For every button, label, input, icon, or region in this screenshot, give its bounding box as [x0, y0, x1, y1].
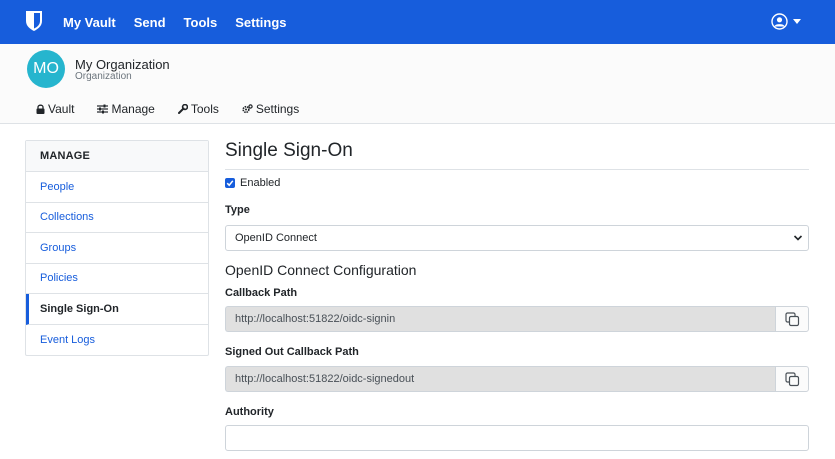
sidebar-item-single-sign-on[interactable]: Single Sign-On — [26, 294, 208, 325]
tab-tools[interactable]: Tools — [177, 102, 219, 116]
signed-out-callback-path-label: Signed Out Callback Path — [225, 346, 359, 358]
sidebar-heading: MANAGE — [26, 141, 208, 172]
nav-links: My Vault Send Tools Settings — [63, 0, 305, 44]
type-select-value: OpenID Connect — [235, 232, 317, 244]
chevron-down-icon — [793, 19, 801, 24]
tab-settings-label: Settings — [255, 102, 300, 116]
sidebar-item-people[interactable]: People — [26, 172, 208, 203]
oidc-section-title: OpenID Connect Configuration — [225, 262, 417, 278]
org-subtitle: Organization — [75, 71, 132, 82]
sidebar-item-policies[interactable]: Policies — [26, 264, 208, 294]
account-menu-button[interactable] — [771, 13, 801, 30]
nav-link-my-vault[interactable]: My Vault — [63, 15, 116, 30]
copy-icon — [784, 371, 799, 386]
tab-settings[interactable]: Settings — [242, 102, 299, 116]
wrench-icon — [177, 104, 188, 114]
enabled-checkbox[interactable] — [225, 178, 235, 188]
page-title: Single Sign-On — [225, 140, 809, 170]
sidebar-item-event-logs[interactable]: Event Logs — [26, 325, 208, 356]
copy-signed-out-callback-path-button[interactable] — [775, 366, 809, 392]
callback-path-input[interactable]: http://localhost:51822/oidc-signin — [225, 306, 775, 332]
signed-out-callback-path-group: http://localhost:51822/oidc-signedout — [225, 366, 809, 392]
org-tabs: Vault Manage Tools Settings — [36, 102, 322, 116]
sidebar-item-groups[interactable]: Groups — [26, 233, 208, 264]
copy-icon — [784, 311, 799, 326]
authority-input[interactable] — [225, 425, 809, 451]
enabled-label: Enabled — [240, 177, 281, 189]
gears-icon — [242, 104, 253, 114]
sliders-icon — [97, 104, 109, 114]
tab-manage[interactable]: Manage — [97, 102, 155, 116]
copy-callback-path-button[interactable] — [775, 306, 809, 332]
type-label: Type — [225, 204, 250, 216]
enabled-checkbox-row[interactable]: Enabled — [225, 177, 280, 189]
sidebar-item-collections[interactable]: Collections — [26, 203, 208, 233]
chevron-down-icon — [793, 235, 803, 241]
manage-sidebar: MANAGE People Collections Groups Policie… — [25, 140, 209, 356]
sso-form: Single Sign-On Enabled Type OpenID Conne… — [225, 140, 809, 451]
nav-link-tools[interactable]: Tools — [184, 15, 218, 30]
authority-label: Authority — [225, 406, 274, 418]
org-header: MO My Organization Organization Vault Ma… — [0, 44, 835, 124]
tab-manage-label: Manage — [111, 102, 155, 116]
lock-icon — [36, 104, 45, 114]
signed-out-callback-path-input[interactable]: http://localhost:51822/oidc-signedout — [225, 366, 775, 392]
nav-link-settings[interactable]: Settings — [235, 15, 286, 30]
tab-vault[interactable]: Vault — [36, 102, 74, 116]
nav-link-send[interactable]: Send — [134, 15, 166, 30]
org-name: My Organization — [75, 57, 170, 72]
shield-icon[interactable] — [25, 10, 43, 32]
user-circle-icon — [771, 13, 788, 30]
callback-path-label: Callback Path — [225, 287, 298, 299]
avatar: MO — [27, 50, 65, 88]
top-navbar: My Vault Send Tools Settings — [0, 0, 835, 44]
tab-tools-label: Tools — [190, 102, 219, 116]
check-icon — [226, 180, 234, 187]
tab-vault-label: Vault — [48, 102, 75, 116]
type-select[interactable]: OpenID Connect — [225, 225, 809, 251]
callback-path-group: http://localhost:51822/oidc-signin — [225, 306, 809, 332]
